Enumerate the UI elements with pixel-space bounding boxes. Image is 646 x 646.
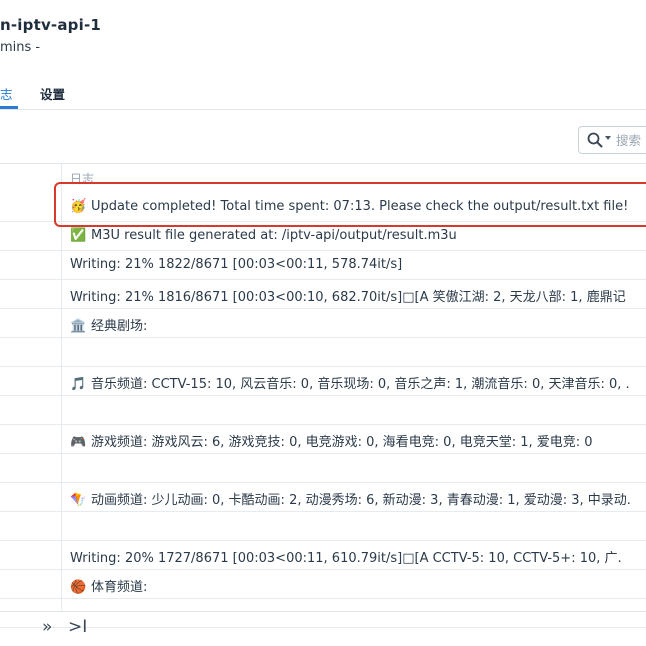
tab-divider <box>0 109 646 110</box>
log-line: 🏀 体育频道: <box>70 576 147 595</box>
log-emoji-icon: 🪁 <box>70 493 87 508</box>
next-page-button[interactable]: » <box>42 617 52 637</box>
log-emoji-icon: 🎮 <box>70 435 87 450</box>
log-row <box>0 599 646 628</box>
log-row: Writing: 21% 1816/8671 [00:03<00:10, 682… <box>0 280 646 309</box>
log-emoji-icon: 🏛️ <box>70 319 87 334</box>
log-message: 经典剧场: <box>91 319 148 334</box>
log-row <box>0 454 646 483</box>
log-row <box>0 396 646 425</box>
log-line: 🎮 游戏频道: 游戏风云: 6, 游戏竞技: 0, 电竞游戏: 0, 海看电竞: … <box>70 431 593 450</box>
tab-log[interactable]: 志 <box>0 84 13 103</box>
log-row <box>0 512 646 541</box>
tab-settings[interactable]: 设置 <box>40 84 65 103</box>
search-icon[interactable] <box>587 132 603 152</box>
container-uptime: mins - <box>0 40 41 55</box>
log-emoji-icon: 🎵 <box>70 377 87 392</box>
log-row <box>0 338 646 367</box>
log-row: Writing: 21% 1822/8671 [00:03<00:11, 578… <box>0 251 646 280</box>
log-message: M3U result file generated at: /iptv-api/… <box>91 228 457 243</box>
log-line: Writing: 20% 1727/8671 [00:03<00:11, 610… <box>70 547 622 566</box>
log-line: ✅ M3U result file generated at: /iptv-api… <box>70 228 457 243</box>
last-page-button[interactable]: >I <box>68 617 87 637</box>
search-input[interactable] <box>616 130 646 150</box>
log-message: 体育频道: <box>91 580 148 595</box>
log-row: 🎵 音乐频道: CCTV-15: 10, 风云音乐: 0, 音乐现场: 0, 音乐… <box>0 367 646 396</box>
log-line: Writing: 21% 1822/8671 [00:03<00:11, 578… <box>70 257 402 272</box>
log-row: 🏛️ 经典剧场: <box>0 309 646 338</box>
search-box[interactable] <box>578 126 646 154</box>
log-message: Writing: 20% 1727/8671 [00:03<00:11, 610… <box>70 551 622 566</box>
log-row: 🏀 体育频道: <box>0 570 646 599</box>
log-message: 动画频道: 少儿动画: 0, 卡酷动画: 2, 动漫秀场: 6, 新动漫: 3,… <box>91 493 631 508</box>
log-emoji-icon: ✅ <box>70 228 87 243</box>
log-message: Writing: 21% 1822/8671 [00:03<00:11, 578… <box>70 257 403 272</box>
log-message: 游戏频道: 游戏风云: 6, 游戏竞技: 0, 电竞游戏: 0, 海看电竞: 0… <box>91 435 593 450</box>
log-line: 🏛️ 经典剧场: <box>70 315 147 334</box>
chevron-down-icon[interactable] <box>605 136 611 140</box>
log-line: 🪁 动画频道: 少儿动画: 0, 卡酷动画: 2, 动漫秀场: 6, 新动漫: 3… <box>70 489 631 508</box>
footer-divider <box>0 611 646 612</box>
log-message: 音乐频道: CCTV-15: 10, 风云音乐: 0, 音乐现场: 0, 音乐之… <box>91 377 630 392</box>
table-top-border <box>0 163 646 164</box>
container-title: n-iptv-api-1 <box>0 16 102 34</box>
log-message: Writing: 21% 1816/8671 [00:03<00:10, 682… <box>70 290 626 305</box>
log-row: Writing: 20% 1727/8671 [00:03<00:11, 610… <box>0 541 646 570</box>
log-line: 🎵 音乐频道: CCTV-15: 10, 风云音乐: 0, 音乐现场: 0, 音乐… <box>70 373 630 392</box>
log-row: 🪁 动画频道: 少儿动画: 0, 卡酷动画: 2, 动漫秀场: 6, 新动漫: 3… <box>0 483 646 512</box>
log-emoji-icon: 🏀 <box>70 580 87 595</box>
highlight-box <box>54 182 646 227</box>
log-line: Writing: 21% 1816/8671 [00:03<00:10, 682… <box>70 286 626 305</box>
log-row: 🎮 游戏频道: 游戏风云: 6, 游戏竞技: 0, 电竞游戏: 0, 海看电竞: … <box>0 425 646 454</box>
